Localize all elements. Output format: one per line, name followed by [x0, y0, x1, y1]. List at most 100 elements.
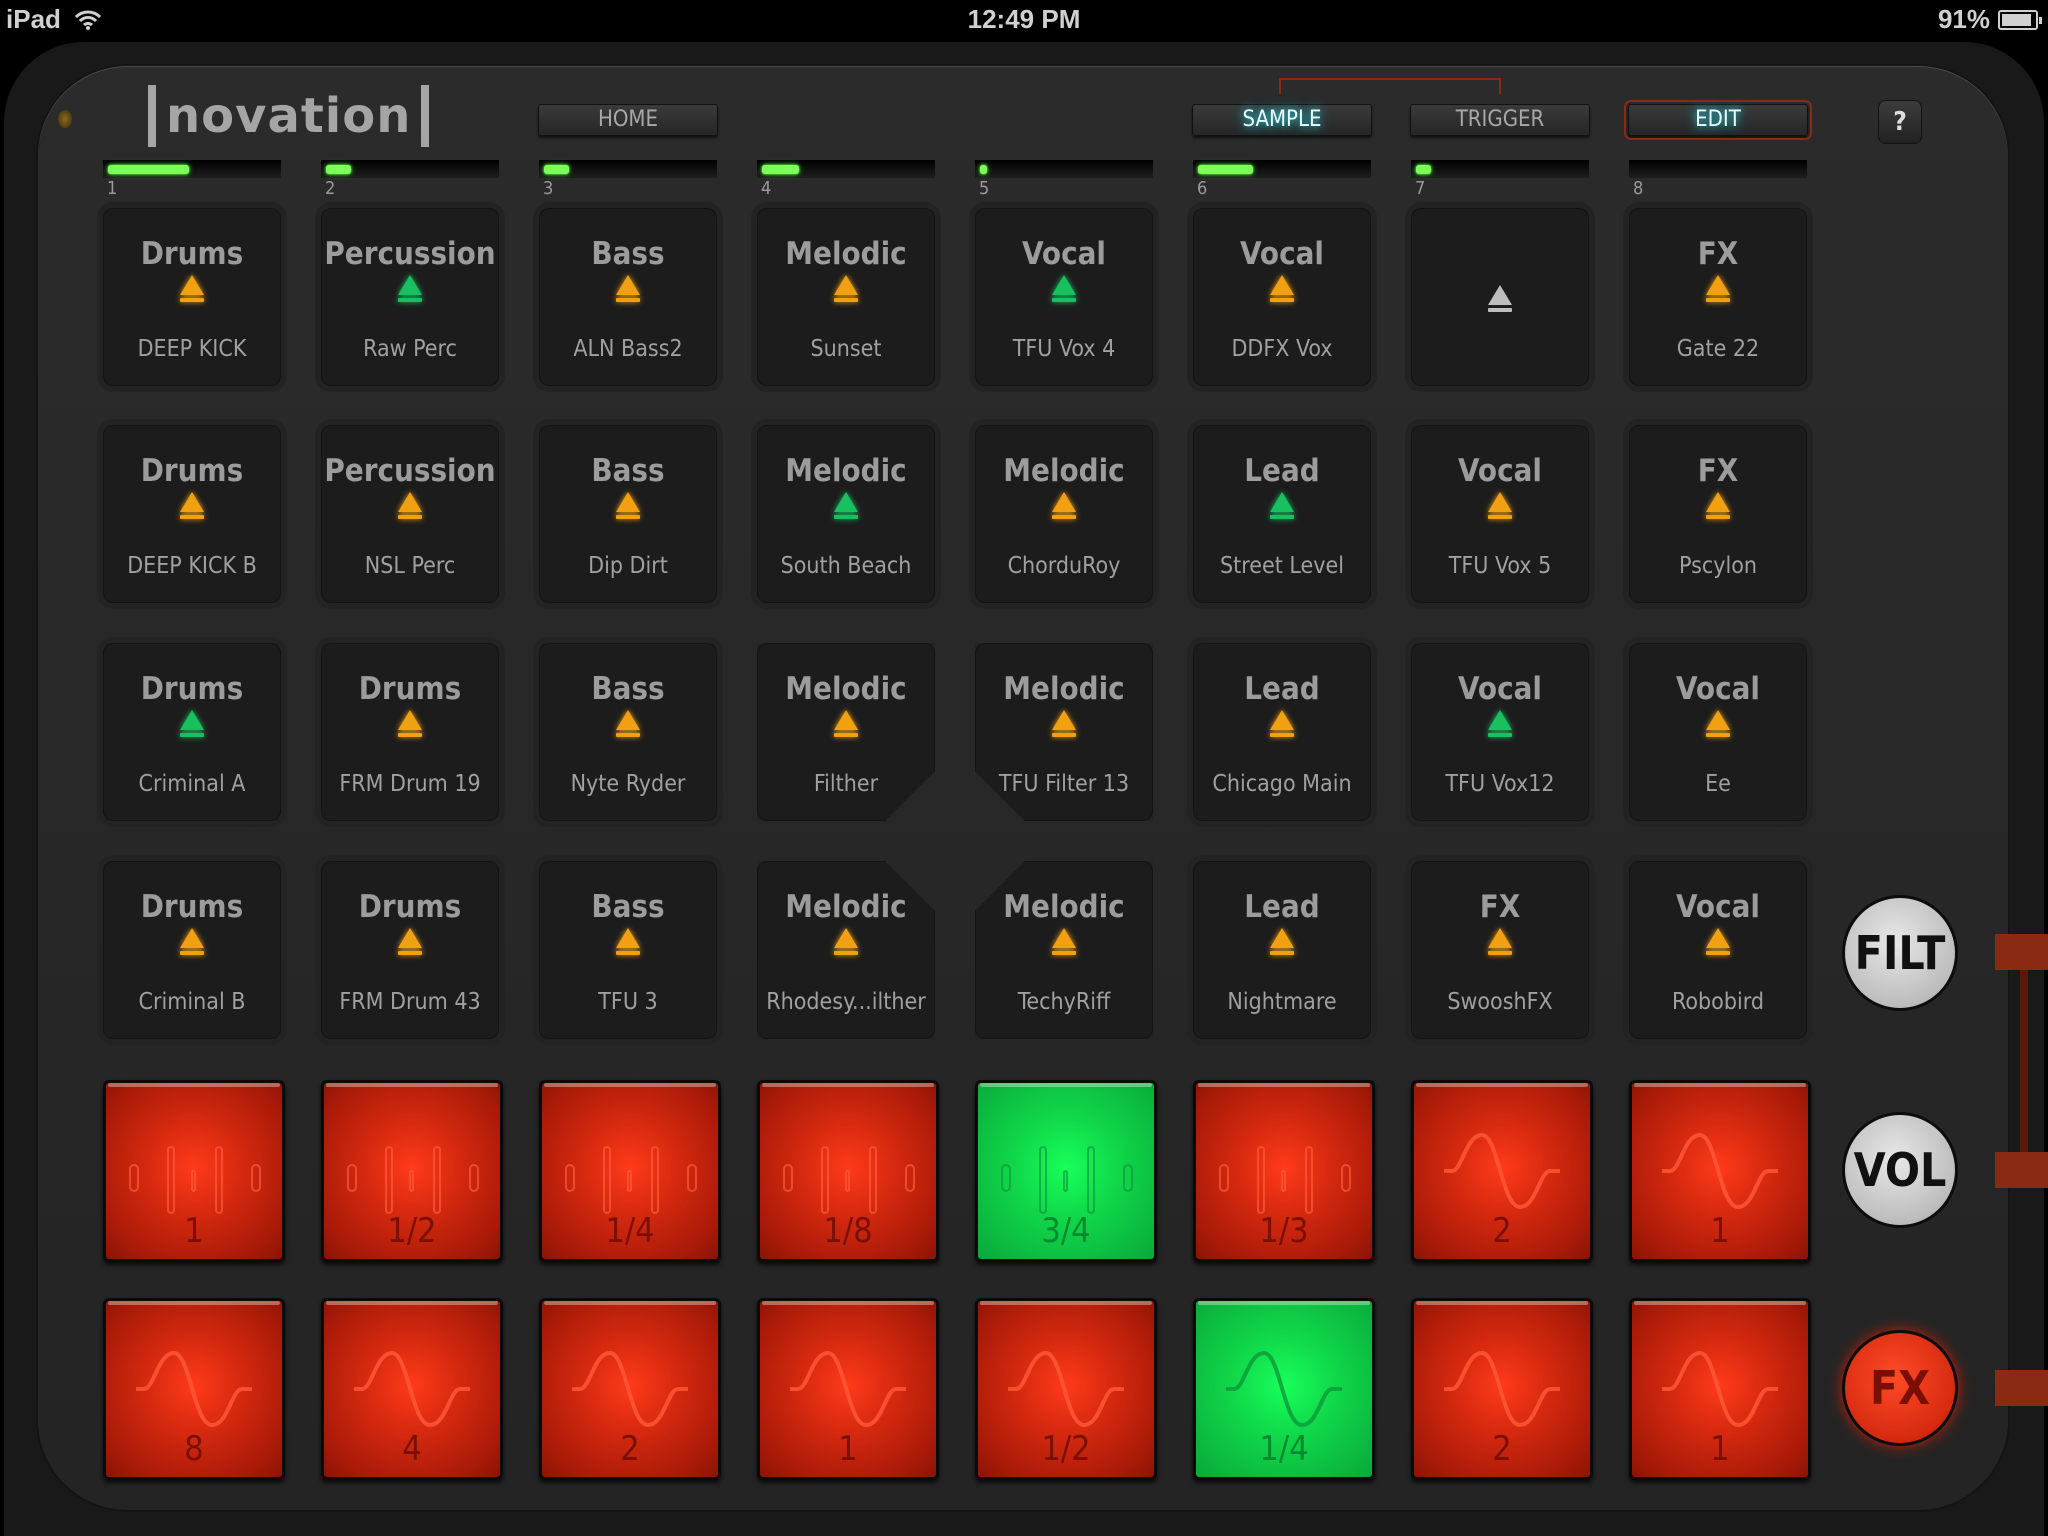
pad-sample-name: Ee: [1705, 771, 1731, 797]
pad-sample-name: TFU Vox12: [1445, 771, 1555, 797]
sample-pad[interactable]: FX Gate 22: [1629, 208, 1807, 386]
pad-sample-name: ALN Bass2: [573, 336, 683, 362]
edit-mode-button[interactable]: EDIT: [1624, 100, 1812, 140]
pad-category: Lead: [1244, 453, 1320, 489]
sample-pad[interactable]: Lead Chicago Main: [1193, 643, 1371, 821]
sample-pad[interactable]: Melodic TFU Filter 13: [975, 643, 1153, 821]
sample-pad[interactable]: Melodic TechyRiff: [975, 861, 1153, 1039]
home-button[interactable]: HOME: [538, 104, 718, 136]
sample-pad[interactable]: Lead Nightmare: [1193, 861, 1371, 1039]
sample-pad[interactable]: Vocal TFU Vox 4: [975, 208, 1153, 386]
pad-category: Vocal: [1458, 453, 1542, 489]
sample-pad[interactable]: Vocal TFU Vox12: [1411, 643, 1589, 821]
sample-pad[interactable]: Melodic Sunset: [757, 208, 935, 386]
effect-pad[interactable]: 1/2: [975, 1298, 1157, 1480]
side-marker-vol: [1995, 1152, 2048, 1188]
pad-sample-name: Sunset: [810, 336, 882, 362]
eject-icon: [180, 492, 204, 519]
effect-pad[interactable]: 1/4: [1193, 1298, 1375, 1480]
side-marker-filt: [1995, 934, 2048, 970]
sample-pad[interactable]: Melodic Rhodesy...ilther: [757, 861, 935, 1039]
sample-pad[interactable]: Percussion Raw Perc: [321, 208, 499, 386]
effect-pad[interactable]: 2: [1411, 1298, 1593, 1480]
sample-pad[interactable]: Vocal TFU Vox 5: [1411, 425, 1589, 603]
sample-pad[interactable]: Percussion NSL Perc: [321, 425, 499, 603]
meter-level: [1416, 165, 1432, 174]
help-button[interactable]: ?: [1878, 100, 1922, 144]
pad-sample-name: Criminal B: [138, 989, 246, 1015]
effect-value: 1/4: [1259, 1429, 1309, 1469]
effect-pad[interactable]: 1: [1629, 1298, 1811, 1480]
logo-bar-right: [421, 85, 430, 147]
pad-category: Bass: [591, 236, 665, 272]
pad-category: Drums: [140, 453, 244, 489]
sample-pad[interactable]: Lead Street Level: [1193, 425, 1371, 603]
channel-meter: [539, 160, 717, 178]
channel-meter: [321, 160, 499, 178]
filter-button[interactable]: FILT: [1842, 895, 1958, 1011]
meter-level: [762, 165, 799, 174]
sample-pad[interactable]: Drums Criminal B: [103, 861, 281, 1039]
eject-icon: [1706, 710, 1730, 737]
sample-pad[interactable]: Bass TFU 3: [539, 861, 717, 1039]
effect-value: 4: [402, 1429, 422, 1469]
pad-category: Bass: [591, 453, 665, 489]
meter-level: [544, 165, 570, 174]
effect-pad[interactable]: 1: [1629, 1080, 1811, 1262]
eject-icon: [1706, 492, 1730, 519]
sample-pad[interactable]: Bass ALN Bass2: [539, 208, 717, 386]
sample-pad[interactable]: Bass Nyte Ryder: [539, 643, 717, 821]
sample-pad[interactable]: Drums DEEP KICK B: [103, 425, 281, 603]
logo-bar-left: [148, 85, 156, 147]
meter-level: [108, 165, 189, 174]
sample-pad[interactable]: Melodic ChorduRoy: [975, 425, 1153, 603]
effect-pad[interactable]: 1/8: [757, 1080, 939, 1262]
eject-icon: [180, 710, 204, 737]
battery-icon: [1998, 9, 2042, 30]
eject-icon: [616, 928, 640, 955]
effect-pad[interactable]: 1: [757, 1298, 939, 1480]
pad-sample-name: FRM Drum 19: [339, 771, 481, 797]
sample-pad[interactable]: Drums FRM Drum 43: [321, 861, 499, 1039]
effect-pad[interactable]: 3/4: [975, 1080, 1157, 1262]
fx-button[interactable]: FX: [1842, 1330, 1958, 1446]
sample-pad[interactable]: Melodic Filther: [757, 643, 935, 821]
volume-button[interactable]: VOL: [1842, 1112, 1958, 1228]
eject-icon: [1488, 928, 1512, 955]
effect-pad[interactable]: 1/3: [1193, 1080, 1375, 1262]
pad-category: Lead: [1244, 671, 1320, 707]
sample-pad[interactable]: Vocal Robobird: [1629, 861, 1807, 1039]
eject-icon: [398, 928, 422, 955]
effect-value: 1/2: [387, 1211, 437, 1251]
sample-mode-button[interactable]: SAMPLE: [1192, 104, 1372, 136]
eject-icon: [1270, 928, 1294, 955]
sample-pad[interactable]: Drums FRM Drum 19: [321, 643, 499, 821]
trigger-mode-button[interactable]: TRIGGER: [1410, 104, 1590, 136]
sample-pad[interactable]: Drums DEEP KICK: [103, 208, 281, 386]
effect-pad[interactable]: 1: [103, 1080, 285, 1262]
pad-category: Vocal: [1676, 889, 1760, 925]
eject-icon: [834, 275, 858, 302]
sample-pad[interactable]: FX Pscylon: [1629, 425, 1807, 603]
pad-category: Bass: [591, 671, 665, 707]
meter-level: [980, 165, 987, 174]
effect-value: 1/2: [1041, 1429, 1091, 1469]
pad-sample-name: DDFX Vox: [1231, 336, 1333, 362]
effect-pad[interactable]: 2: [1411, 1080, 1593, 1262]
effect-pad[interactable]: 8: [103, 1298, 285, 1480]
pad-category: Drums: [140, 889, 244, 925]
effect-pad[interactable]: 4: [321, 1298, 503, 1480]
effect-pad[interactable]: 1/4: [539, 1080, 721, 1262]
eject-icon: [1270, 275, 1294, 302]
sample-pad[interactable]: Drums Criminal A: [103, 643, 281, 821]
effect-pad[interactable]: 1/2: [321, 1080, 503, 1262]
sample-pad[interactable]: [1411, 208, 1589, 386]
effect-pad[interactable]: 2: [539, 1298, 721, 1480]
pad-sample-name: Chicago Main: [1212, 771, 1352, 797]
sample-pad[interactable]: FX SwooshFX: [1411, 861, 1589, 1039]
sample-pad[interactable]: Vocal DDFX Vox: [1193, 208, 1371, 386]
sample-pad[interactable]: Bass Dip Dirt: [539, 425, 717, 603]
sample-pad[interactable]: Melodic South Beach: [757, 425, 935, 603]
power-led: [58, 110, 72, 128]
sample-pad[interactable]: Vocal Ee: [1629, 643, 1807, 821]
